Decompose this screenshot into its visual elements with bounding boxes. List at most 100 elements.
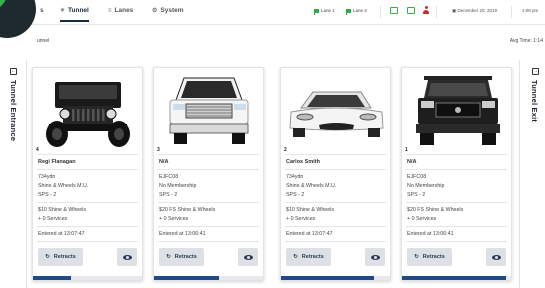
vehicle-card[interactable]: 4 Regi Flanagan 734ydn Shine & Wheels M.… [32,67,143,281]
top-navigation-bar: s ✴ Tunnel ≡ Lanes ⚙ System Lane 1 Lane … [0,0,545,38]
extra-services: + 0 Services [286,216,316,222]
vehicle-card[interactable]: 2 Carlos Smith 734ydn Shine & Wheels M.U… [280,67,391,281]
tab-lanes[interactable]: ≡ Lanes [108,7,133,14]
customer-name: Regi Flanagan [38,159,76,165]
vehicle-card[interactable]: 3 N/A EJFC08 No Membership SPS - 2 $20 F… [153,67,264,281]
logo-ring-icon [0,0,15,19]
retract-arrow-icon: ↻ [414,254,419,260]
wash-progress-bar [281,276,390,280]
wash-progress-bar [402,276,511,280]
divider [37,241,138,242]
flag-icon [314,8,319,15]
divider [406,169,507,170]
retracts-button[interactable]: ↻ Retracts [38,248,83,266]
divider [285,202,386,203]
divider [158,169,259,170]
wash-service: $20 FS Shine & Wheels [407,207,464,213]
divider [285,241,386,242]
plate-number: 734ydn [38,174,56,180]
vehicle-photo [283,70,390,150]
eye-icon [243,254,253,260]
queue-position: 2 [284,147,287,153]
membership: Shine & Wheels M.U. [286,183,337,189]
retracts-button-label: Retracts [422,254,445,260]
divider [37,226,138,227]
queue-position: 1 [405,147,408,153]
wash-service: $10 Shine & Wheels [286,207,334,213]
entered-time: Entered at 13:07:47 [286,231,333,237]
avg-time-readout: Avg Time: 1:14 [509,38,543,44]
wash-service: $10 Shine & Wheels [38,207,86,213]
eye-icon [491,254,501,260]
view-button[interactable] [117,248,137,266]
divider [511,6,512,18]
user-alert-icon[interactable] [423,6,429,14]
vehicle-photo [404,70,511,150]
divider [285,154,386,155]
retracts-button-label: Retracts [174,254,197,260]
divider [158,241,259,242]
customer-name: Carlos Smith [286,159,320,165]
retracts-button-label: Retracts [301,254,324,260]
entered-time: Entered at 13:07:47 [38,231,85,237]
extra-services: + 0 Services [38,216,68,222]
retracts-button[interactable]: ↻ Retracts [286,248,331,266]
divider [158,202,259,203]
view-button[interactable] [238,248,258,266]
wash-progress-bar [33,276,142,280]
plate-number: 734ydn [286,174,304,180]
retracts-button[interactable]: ↻ Retracts [159,248,204,266]
customer-name: N/A [407,159,417,165]
monitor-icon[interactable] [407,7,415,14]
view-button[interactable] [365,248,385,266]
membership: Shine & Wheels M.U. [38,183,89,189]
vehicle-photo [35,70,142,150]
lane-1-status[interactable]: Lane 1 [314,8,335,15]
tab-tunnel-label: Tunnel [68,7,89,14]
wash-service: $20 FS Shine & Wheels [159,207,216,213]
sps-label: SPS - 2 [407,192,426,198]
lane-1-label: Lane 1 [321,8,335,13]
queue-position: 3 [157,147,160,153]
retract-arrow-icon: ↻ [45,254,50,260]
date-display: ▣ December 20, 2019 [452,8,497,14]
divider [37,169,138,170]
printer-icon[interactable] [390,7,398,14]
entrance-arrow-icon[interactable]: ← [10,68,17,75]
divider [406,154,507,155]
customer-name: N/A [159,159,169,165]
membership: No Membership [159,183,197,189]
tunnel-exit-label: Tunnel Exit [530,80,539,123]
retracts-button-label: Retracts [53,254,76,260]
view-button[interactable] [486,248,506,266]
vehicle-card[interactable]: 1 N/A EJFC08 No Membership SPS - 2 $20 F… [401,67,512,281]
divider [285,226,386,227]
divider [285,169,386,170]
retracts-button[interactable]: ↻ Retracts [407,248,452,266]
plate-number: EJFC08 [407,174,427,180]
retract-arrow-icon: ↻ [293,254,298,260]
sps-label: SPS - 2 [38,192,57,198]
divider [436,6,437,18]
tab-system[interactable]: ⚙ System [152,7,184,14]
tab-system-label: System [160,7,184,14]
tunnel-exit-panel: → Tunnel Exit [519,60,545,288]
nav-partial-tab[interactable]: s [40,7,44,14]
tab-lanes-label: Lanes [114,7,134,14]
queue-position: 4 [36,147,39,153]
divider [37,202,138,203]
gear-icon: ⚙ [152,8,158,14]
extra-services: + 0 Services [159,216,189,222]
tab-tunnel[interactable]: ✴ Tunnel [60,7,89,22]
flag-icon [346,8,351,15]
lane-2-status[interactable]: Lane 2 [346,8,367,15]
tunnel-icon: ✴ [60,8,66,14]
exit-arrow-icon[interactable]: → [532,68,539,75]
retract-arrow-icon: ↻ [166,254,171,260]
lane-2-label: Lane 2 [353,8,367,13]
entered-time: Entered at 13:06:41 [159,231,206,237]
divider [406,202,507,203]
vehicle-photo [156,70,263,150]
wash-progress-fill [402,276,506,280]
divider [406,241,507,242]
